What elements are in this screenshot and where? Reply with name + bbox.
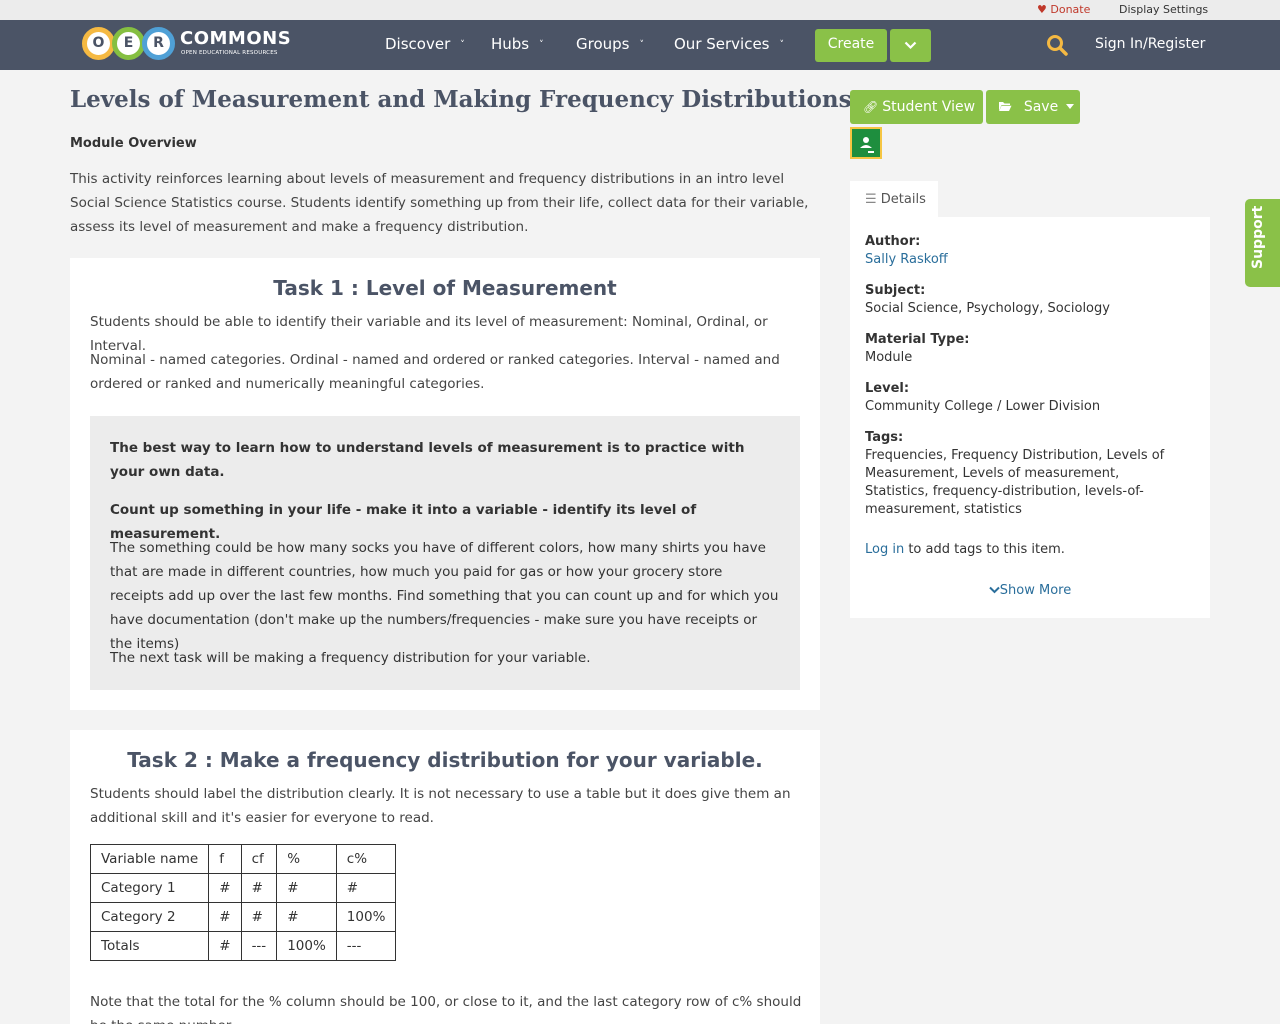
logo-letter-e: E <box>112 27 145 60</box>
donate-label: Donate <box>1050 3 1091 16</box>
tags-label: Tags: <box>865 430 904 445</box>
page-title: Levels of Measurement and Making Frequen… <box>70 86 852 113</box>
google-classroom-icon <box>852 129 880 157</box>
oer-commons-logo[interactable]: O E R COMMONS OPEN EDUCATIONAL RESOURCES <box>82 25 291 61</box>
table-row: Category 1 # # # # <box>89 873 397 903</box>
table-cell: 100% <box>276 931 337 961</box>
table-cell: Totals <box>89 931 210 961</box>
donate-link[interactable]: ♥ Donate <box>1037 3 1090 16</box>
chevron-down-icon: ˅ <box>779 40 785 50</box>
nav-hubs[interactable]: Hubs ˅ <box>491 35 544 53</box>
table-row: Category 2 # # # 100% <box>89 902 397 932</box>
nav-groups-label: Groups <box>576 35 630 53</box>
author-link[interactable]: Sally Raskoff <box>865 251 1185 269</box>
logo-title: COMMONS <box>180 28 292 49</box>
task-2-card: Task 2 : Make a frequency distribution f… <box>70 730 820 1024</box>
login-to-tag-text: Log in to add tags to this item. <box>865 541 1185 559</box>
material-type-label: Material Type: <box>865 332 970 347</box>
task-2-title: Task 2 : Make a frequency distribution f… <box>127 748 763 772</box>
table-row: Variable name f cf % c% <box>89 844 397 874</box>
logo-letter-o: O <box>82 27 115 60</box>
caret-down-icon <box>1066 104 1075 109</box>
table-cell: c% <box>335 844 397 874</box>
display-settings-link[interactable]: Display Settings <box>1119 3 1208 16</box>
nav-our-services[interactable]: Our Services ˅ <box>674 35 784 53</box>
module-overview-text: This activity reinforces learning about … <box>70 171 809 235</box>
callout-next-task: The next task will be making a frequency… <box>110 650 591 666</box>
callout-bold-1: The best way to learn how to understand … <box>110 440 745 480</box>
support-label: Support <box>1250 205 1266 269</box>
logo-letter-r: R <box>142 27 175 60</box>
task-1-title: Task 1 : Level of Measurement <box>273 276 617 300</box>
create-button[interactable]: Create <box>815 29 887 62</box>
tab-details[interactable]: ☰ Details <box>850 181 938 218</box>
save-label: Save <box>1023 99 1059 115</box>
table-cell: Variable name <box>89 844 210 874</box>
list-icon: ☰ <box>865 192 877 207</box>
login-to-tag-rest: to add tags to this item. <box>904 542 1065 557</box>
login-link[interactable]: Log in <box>865 542 904 557</box>
nav-hubs-label: Hubs <box>491 35 530 53</box>
utility-bar: ♥ Donate Display Settings <box>0 0 1280 20</box>
table-cell: # <box>208 931 242 961</box>
table-cell: --- <box>335 931 397 961</box>
chevron-down-icon <box>904 41 917 50</box>
chevron-down-icon: ˅ <box>460 40 465 50</box>
material-type-value: Module <box>865 350 913 365</box>
table-cell: % <box>276 844 337 874</box>
table-cell: 100% <box>335 902 397 932</box>
nav-discover-label: Discover <box>385 35 451 53</box>
table-cell: # <box>208 873 242 903</box>
folder-open-icon <box>998 100 1016 114</box>
subject-label: Subject: <box>865 283 926 298</box>
tab-details-label: Details <box>880 192 926 207</box>
author-label: Author: <box>865 234 921 249</box>
task-1-definitions: Nominal - named categories. Ordinal - na… <box>90 352 780 392</box>
tags-value: Frequencies, Frequency Distribution, Lev… <box>865 448 1165 517</box>
table-cell: Category 2 <box>89 902 210 932</box>
task-1-callout: The best way to learn how to understand … <box>90 416 800 690</box>
student-view-button[interactable]: 🔗︎ Student View <box>850 90 983 124</box>
table-cell: # <box>208 902 242 932</box>
table-cell: --- <box>240 931 278 961</box>
heart-icon: ♥ <box>1037 3 1047 16</box>
level-label: Level: <box>865 381 910 396</box>
nav-groups[interactable]: Groups ˅ <box>576 35 644 53</box>
support-tab[interactable]: Support <box>1245 199 1280 287</box>
search-icon[interactable] <box>1046 34 1068 56</box>
frequency-table: Variable name f cf % c% Category 1 # # #… <box>89 844 397 961</box>
table-cell: cf <box>240 844 278 874</box>
callout-paragraph: The something could be how many socks yo… <box>110 540 779 652</box>
logo-subtitle: OPEN EDUCATIONAL RESOURCES <box>181 50 278 56</box>
table-cell: # <box>335 873 397 903</box>
save-button[interactable]: Save <box>986 90 1080 124</box>
chevron-down-icon: ˅ <box>539 40 544 50</box>
show-more-link[interactable]: Show More <box>850 583 1210 598</box>
nav-discover[interactable]: Discover ˅ <box>385 35 465 53</box>
table-cell: # <box>276 902 337 932</box>
link-icon: 🔗︎ <box>863 100 879 114</box>
sign-in-register-link[interactable]: Sign In/Register <box>1095 36 1205 52</box>
subject-value: Social Science, Psychology, Sociology <box>865 301 1110 316</box>
table-cell: Category 1 <box>89 873 210 903</box>
module-overview-heading: Module Overview <box>70 136 197 151</box>
student-view-label: Student View <box>882 99 976 115</box>
create-dropdown-button[interactable] <box>890 29 931 62</box>
level-value: Community College / Lower Division <box>865 399 1101 414</box>
chevron-down-icon <box>989 586 1000 594</box>
task-1-card: Task 1 : Level of Measurement Students s… <box>70 258 820 710</box>
task-2-note: Note that the total for the % column sho… <box>90 994 802 1024</box>
table-cell: # <box>240 902 278 932</box>
chevron-down-icon: ˅ <box>639 40 644 50</box>
task-2-intro: Students should label the distribution c… <box>90 786 791 826</box>
table-cell: f <box>208 844 242 874</box>
show-more-label: Show More <box>999 583 1072 598</box>
table-cell: # <box>240 873 278 903</box>
table-cell: # <box>276 873 337 903</box>
nav-our-services-label: Our Services <box>674 35 770 53</box>
details-panel: Author: Sally Raskoff Subject: Social Sc… <box>850 217 1210 618</box>
google-classroom-share-button[interactable] <box>850 127 882 159</box>
table-row: Totals # --- 100% --- <box>89 931 397 961</box>
main-navbar: O E R COMMONS OPEN EDUCATIONAL RESOURCES… <box>0 20 1280 70</box>
